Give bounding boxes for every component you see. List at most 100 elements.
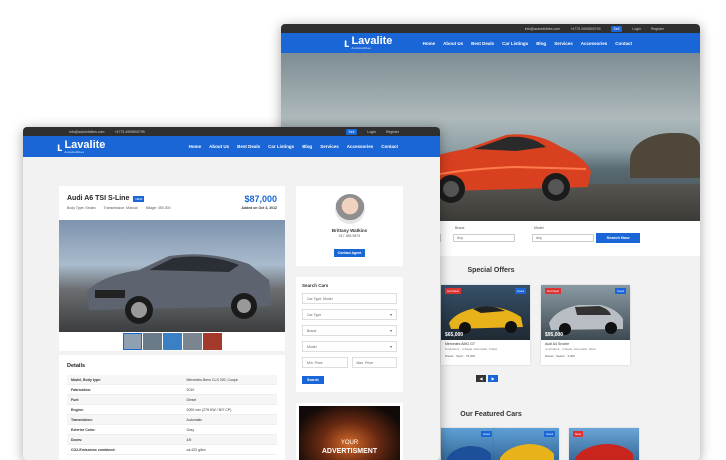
offer-card[interactable]: Hot Deal Used $65,000 Mercedes AMG GT 6 … xyxy=(441,285,530,365)
email-text[interactable]: info@autoinfolites.com xyxy=(525,27,560,31)
thumbnail[interactable] xyxy=(183,333,202,350)
table-row: Transmision: Automatic xyxy=(67,414,277,425)
featured-card[interactable]: Used xyxy=(494,428,559,460)
top-bar: info@autoinfolites.com +4775 4999800799 … xyxy=(23,127,440,136)
chevron-down-icon: ▾ xyxy=(389,344,392,349)
table-row: Model, Body type: Mercedes-Benz CLS 320, … xyxy=(67,375,277,385)
sell-button[interactable]: Sell xyxy=(345,128,358,135)
table-row: Engine: 2000 cm³ (275 KW / 507 CP) xyxy=(67,404,277,415)
email-text[interactable]: info@autoinfolites.com xyxy=(69,130,104,134)
listing-panel: Audi A6 TSI S-Line NEW $87,000 Added on … xyxy=(59,186,285,351)
model-select[interactable]: Any xyxy=(532,234,594,242)
featured-image: Used xyxy=(441,428,496,460)
search-bar: Any Brand Any Model Any Search Now xyxy=(411,221,700,256)
logo-text: Lavalite xyxy=(64,138,106,151)
featured-image: Used xyxy=(494,428,559,460)
register-link[interactable]: Register xyxy=(386,130,399,134)
special-offers-title: Special Offers xyxy=(467,267,515,274)
model-label: Model xyxy=(307,344,317,349)
nav-car-listings[interactable]: Car Listings xyxy=(502,41,528,46)
logo[interactable]: ʟ Lavalite Automobiles xyxy=(344,36,392,50)
main-nav: ʟ Lavalite Automobiles Home About Us Best… xyxy=(281,33,700,53)
prev-arrow-icon[interactable]: ◀ xyxy=(476,375,486,382)
listing-title: Audi A6 TSI S-Line xyxy=(67,195,130,202)
main-car-photo[interactable] xyxy=(59,220,285,332)
agent-phone: 017 456 9874 xyxy=(338,234,361,238)
table-row: Doors: 4/5 xyxy=(67,434,277,445)
new-badge: NEW xyxy=(133,195,145,202)
search-now-button[interactable]: Search Now xyxy=(596,233,640,243)
offer-image: Hot Deal Used $65,000 xyxy=(441,285,530,340)
nav-blog[interactable]: Blog xyxy=(302,144,312,149)
logo[interactable]: ʟ Lavalite Automobiles xyxy=(57,138,106,154)
sell-button[interactable]: Sell xyxy=(610,25,623,32)
carousel-arrows: ◀ ▶ xyxy=(476,375,498,382)
logo-icon: ʟ xyxy=(344,36,350,50)
model-select[interactable]: Model ▾ xyxy=(302,341,397,352)
table-row: Fuel: Diesel xyxy=(67,394,277,405)
nav-car-listings[interactable]: Car Listings xyxy=(268,144,294,149)
thumbnail[interactable] xyxy=(163,333,182,350)
chevron-down-icon: ▾ xyxy=(389,312,392,317)
nav-about[interactable]: About Us xyxy=(209,144,229,149)
used-badge: Used xyxy=(543,431,555,437)
nav-accessories[interactable]: Accessories xyxy=(581,41,608,46)
featured-cars-title: Our Featured Cars xyxy=(460,411,522,418)
top-bar: info@autoinfolites.com +4775 4999800799 … xyxy=(281,24,700,33)
thumbnail[interactable] xyxy=(143,333,162,350)
nav-menu: Home About Us Best Deals Car Listings Bl… xyxy=(189,144,398,149)
nav-best-deals[interactable]: Best Deals xyxy=(237,144,260,149)
car-type-model-input[interactable]: Car Type, Model xyxy=(302,293,397,304)
mileage: Milage: 450,000 xyxy=(145,206,171,210)
brand-select[interactable]: Any xyxy=(453,234,515,242)
nav-best-deals[interactable]: Best Deals xyxy=(471,41,494,46)
used-badge: Used xyxy=(614,288,626,294)
hot-deal-badge: Hot Deal xyxy=(545,288,561,294)
nav-home[interactable]: Home xyxy=(423,41,436,46)
next-arrow-icon[interactable]: ▶ xyxy=(488,375,498,382)
nav-contact[interactable]: Contact xyxy=(615,41,632,46)
login-link[interactable]: Login xyxy=(632,27,641,31)
chevron-down-icon: ▾ xyxy=(389,328,392,333)
nav-services[interactable]: Services xyxy=(554,41,573,46)
nav-blog[interactable]: Blog xyxy=(536,41,546,46)
car-type-select[interactable]: Car Type ▾ xyxy=(302,309,397,320)
featured-card[interactable]: Used xyxy=(441,428,496,460)
logo-tagline: Automobiles xyxy=(351,46,372,50)
model-label: Model xyxy=(534,226,544,230)
search-button[interactable]: Search xyxy=(302,376,324,384)
hot-deal-badge: Hot Deal xyxy=(445,288,461,294)
agent-avatar xyxy=(334,194,365,224)
nav-accessories[interactable]: Accessories xyxy=(347,144,374,149)
nav-contact[interactable]: Contact xyxy=(381,144,398,149)
added-date: Added on Oct 3, 2012 xyxy=(241,206,277,210)
nav-menu: Home About Us Best Deals Car Listings Bl… xyxy=(423,41,632,46)
offer-meta: Diesel · Sedan · 3,000 xyxy=(545,354,575,358)
nav-services[interactable]: Services xyxy=(320,144,339,149)
listing-price: $87,000 xyxy=(244,194,277,204)
min-price-input[interactable]: Min. Price xyxy=(302,357,348,368)
car-type-label: Car Type xyxy=(307,312,322,317)
offer-card[interactable]: Hot Deal Used $95,000 Audi A4 Sroche 4 c… xyxy=(541,285,630,365)
login-link[interactable]: Login xyxy=(367,130,376,134)
thumbnail[interactable] xyxy=(203,333,222,350)
offer-price: $65,000 xyxy=(445,332,464,338)
new-badge: New xyxy=(573,431,584,437)
brand-select[interactable]: Brand ▾ xyxy=(302,325,397,336)
advertisement-banner[interactable]: YOUR ADVERTISMENT xyxy=(299,406,400,460)
used-badge: Used xyxy=(514,288,526,294)
contact-agent-button[interactable]: Contact Agent xyxy=(333,249,366,257)
featured-card[interactable]: New xyxy=(569,428,639,460)
ad-panel: YOUR ADVERTISMENT xyxy=(296,403,403,460)
register-link[interactable]: Register xyxy=(651,27,664,31)
thumbnail[interactable] xyxy=(123,333,142,350)
rock-right xyxy=(630,133,700,178)
max-price-input[interactable]: Max. Price xyxy=(351,357,397,368)
nav-home[interactable]: Home xyxy=(189,144,202,149)
agent-panel: Brittany Watkins 017 456 9874 Contact Ag… xyxy=(296,186,403,266)
ad-line1: YOUR xyxy=(340,440,359,446)
agent-name: Brittany Watkins xyxy=(331,228,368,233)
thumbnail-strip xyxy=(123,333,222,350)
nav-about[interactable]: About Us xyxy=(443,41,463,46)
logo-icon: ʟ xyxy=(57,139,63,154)
